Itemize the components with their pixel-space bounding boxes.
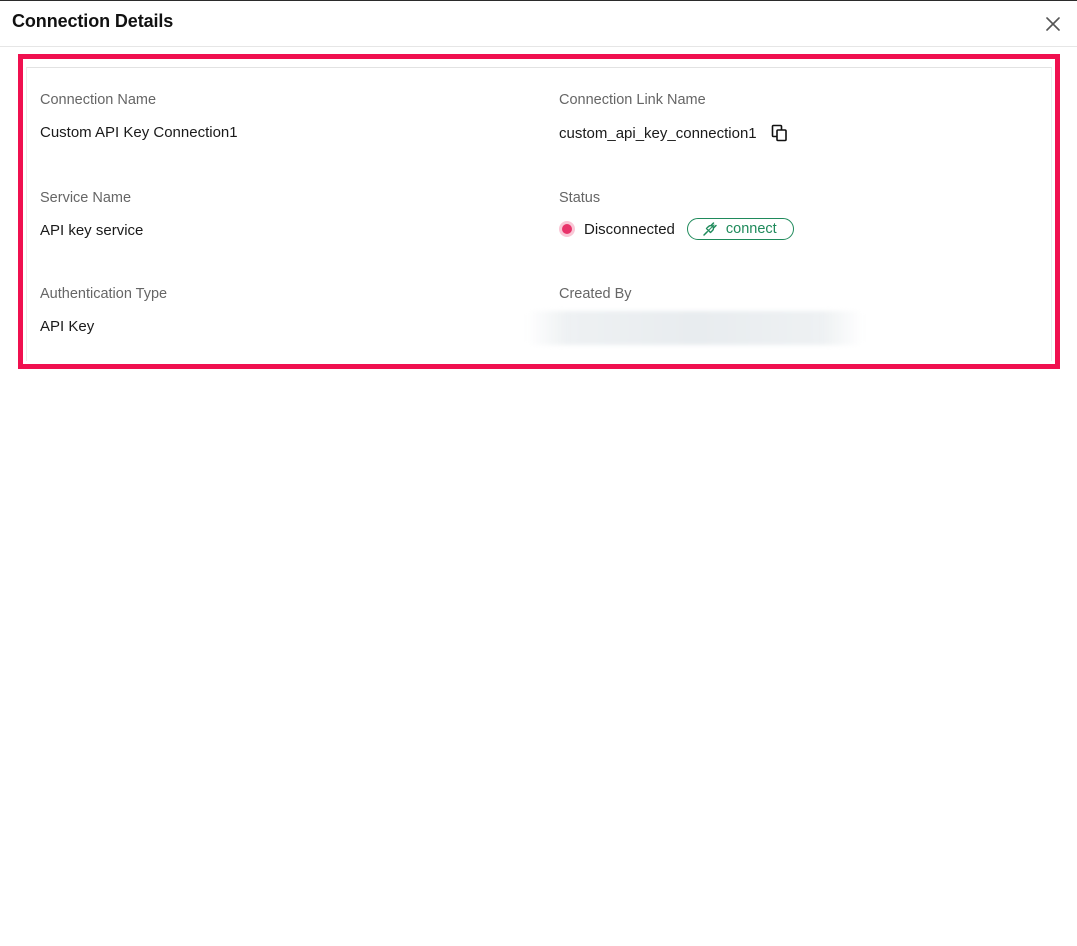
field-authentication-type: Authentication Type API Key	[40, 285, 167, 336]
authentication-type-value: API Key	[40, 318, 95, 335]
status-value: Disconnected	[584, 220, 675, 238]
connection-details-dialog: Connection Details Connection Name Custo…	[0, 0, 1077, 946]
connection-link-name-label: Connection Link Name	[559, 92, 706, 108]
field-connection-name: Connection Name Custom API Key Connectio…	[40, 91, 238, 142]
dialog-title: Connection Details	[12, 11, 174, 31]
created-by-label: Created By	[559, 286, 632, 302]
service-name-label: Service Name	[40, 190, 132, 206]
service-name-value: API key service	[40, 222, 144, 239]
connection-name-label: Connection Name	[40, 92, 157, 108]
plug-icon	[702, 221, 718, 237]
details-panel: Connection Name Custom API Key Connectio…	[26, 67, 1052, 361]
status-indicator-dot	[562, 224, 572, 234]
close-button[interactable]	[1043, 14, 1063, 34]
field-status: Status Disconnected connect	[559, 189, 794, 240]
status-row: Disconnected connect	[559, 218, 794, 240]
field-connection-link-name: Connection Link Name custom_api_key_conn…	[559, 91, 789, 143]
status-label: Status	[559, 190, 601, 206]
connect-button[interactable]: connect	[686, 218, 794, 240]
connection-name-value: Custom API Key Connection1	[40, 124, 238, 141]
connection-link-name-value: custom_api_key_connection1	[559, 124, 757, 142]
dialog-header: Connection Details	[0, 1, 1077, 47]
connect-button-label: connect	[725, 221, 777, 237]
copy-icon[interactable]	[771, 123, 789, 143]
authentication-type-label: Authentication Type	[40, 286, 168, 302]
created-by-redacted-value	[527, 311, 863, 345]
field-service-name: Service Name API key service	[40, 189, 143, 240]
field-created-by: Created By	[527, 285, 863, 345]
connection-link-name-row: custom_api_key_connection1	[559, 123, 789, 143]
close-icon	[1046, 17, 1060, 31]
